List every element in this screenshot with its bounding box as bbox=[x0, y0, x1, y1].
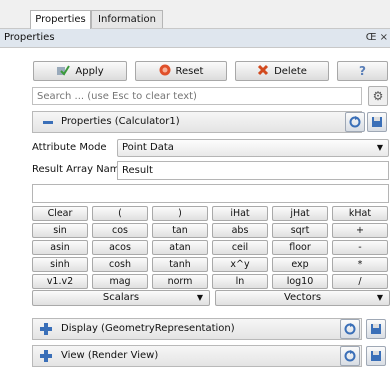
chevron-down-icon: ▼ bbox=[376, 143, 383, 152]
properties-section-header[interactable]: Properties (Calculator1) bbox=[32, 111, 362, 133]
scalars-dropdown[interactable]: Scalars ▼ bbox=[32, 290, 210, 306]
result-array-label: Result Array Name bbox=[32, 164, 126, 175]
reload-button[interactable] bbox=[345, 112, 365, 132]
help-icon: ? bbox=[359, 64, 366, 78]
apply-label: Apply bbox=[75, 65, 104, 77]
calc-key[interactable]: norm bbox=[152, 274, 208, 289]
collapse-icon bbox=[43, 121, 53, 124]
attribute-mode-value: Point Data bbox=[122, 142, 174, 153]
calc-key[interactable]: ) bbox=[152, 206, 208, 221]
panel-title-bar: Properties Œ × bbox=[0, 29, 390, 48]
expression-input[interactable] bbox=[32, 184, 389, 203]
calc-key[interactable]: asin bbox=[32, 240, 88, 255]
calc-key[interactable]: floor bbox=[272, 240, 328, 255]
chevron-down-icon: ▼ bbox=[196, 293, 203, 302]
save-icon bbox=[371, 324, 381, 334]
panel-title: Properties bbox=[4, 32, 55, 43]
calc-key[interactable]: log10 bbox=[272, 274, 328, 289]
calc-key[interactable]: - bbox=[332, 240, 388, 255]
view-section-header[interactable]: View (Render View) bbox=[32, 345, 362, 367]
calc-key[interactable]: ln bbox=[212, 274, 268, 289]
apply-icon bbox=[56, 64, 71, 79]
calc-key[interactable]: abs bbox=[212, 223, 268, 238]
tab-properties[interactable]: Properties bbox=[30, 10, 91, 29]
calc-key[interactable]: / bbox=[332, 274, 388, 289]
calc-key[interactable]: Clear bbox=[32, 206, 88, 221]
calc-key[interactable]: acos bbox=[92, 240, 148, 255]
display-section-header[interactable]: Display (GeometryRepresentation) bbox=[32, 318, 362, 340]
calc-key[interactable]: sin bbox=[32, 223, 88, 238]
calc-key[interactable]: sqrt bbox=[272, 223, 328, 238]
advanced-settings-gear-icon[interactable]: ⚙ bbox=[368, 86, 388, 106]
view-save-button[interactable] bbox=[366, 346, 386, 366]
delete-icon bbox=[257, 64, 269, 79]
view-reload-button[interactable] bbox=[340, 346, 360, 366]
delete-button[interactable]: Delete bbox=[235, 61, 329, 81]
apply-button[interactable]: Apply bbox=[33, 61, 127, 81]
save-button[interactable] bbox=[367, 112, 387, 132]
vectors-dropdown[interactable]: Vectors ▼ bbox=[215, 290, 390, 306]
vectors-label: Vectors bbox=[283, 292, 322, 303]
calc-key[interactable]: tanh bbox=[152, 257, 208, 272]
display-reload-button[interactable] bbox=[340, 319, 360, 339]
calc-key[interactable]: cosh bbox=[92, 257, 148, 272]
view-section-label: View (Render View) bbox=[61, 350, 159, 361]
properties-section-label: Properties (Calculator1) bbox=[61, 116, 180, 127]
delete-label: Delete bbox=[274, 65, 307, 77]
panel-window-controls[interactable]: Œ × bbox=[366, 32, 388, 43]
reset-icon bbox=[159, 64, 171, 79]
calc-key[interactable]: * bbox=[332, 257, 388, 272]
calc-key[interactable]: kHat bbox=[332, 206, 388, 221]
calc-key[interactable]: atan bbox=[152, 240, 208, 255]
calc-key[interactable]: v1.v2 bbox=[32, 274, 88, 289]
reload-icon bbox=[344, 323, 356, 335]
calc-key[interactable]: ( bbox=[92, 206, 148, 221]
scalars-label: Scalars bbox=[102, 292, 140, 303]
tab-bar: Properties Information bbox=[0, 0, 390, 29]
reload-icon bbox=[344, 350, 356, 362]
calc-key[interactable]: + bbox=[332, 223, 388, 238]
calc-key[interactable]: tan bbox=[152, 223, 208, 238]
display-section-label: Display (GeometryRepresentation) bbox=[61, 323, 235, 334]
calc-key[interactable]: cos bbox=[92, 223, 148, 238]
expand-plus-icon bbox=[40, 350, 52, 362]
calc-key[interactable]: mag bbox=[92, 274, 148, 289]
search-input[interactable] bbox=[32, 87, 362, 105]
calc-key[interactable]: x^y bbox=[212, 257, 268, 272]
expand-plus-icon bbox=[40, 323, 52, 335]
reload-icon bbox=[349, 116, 361, 128]
save-icon bbox=[371, 351, 381, 361]
display-save-button[interactable] bbox=[366, 319, 386, 339]
calc-key[interactable]: iHat bbox=[212, 206, 268, 221]
calc-key[interactable]: exp bbox=[272, 257, 328, 272]
attribute-mode-label: Attribute Mode bbox=[32, 142, 107, 153]
calc-key[interactable]: sinh bbox=[32, 257, 88, 272]
tab-information[interactable]: Information bbox=[91, 10, 163, 28]
reset-button[interactable]: Reset bbox=[135, 61, 227, 81]
calc-key[interactable]: jHat bbox=[272, 206, 328, 221]
chevron-down-icon: ▼ bbox=[376, 293, 383, 302]
calc-key[interactable]: ceil bbox=[212, 240, 268, 255]
help-button[interactable]: ? bbox=[337, 61, 388, 81]
save-icon bbox=[372, 117, 382, 127]
reset-label: Reset bbox=[175, 65, 204, 77]
attribute-mode-select[interactable]: Point Data ▼ bbox=[117, 139, 389, 157]
result-array-input[interactable]: Result bbox=[117, 161, 389, 180]
